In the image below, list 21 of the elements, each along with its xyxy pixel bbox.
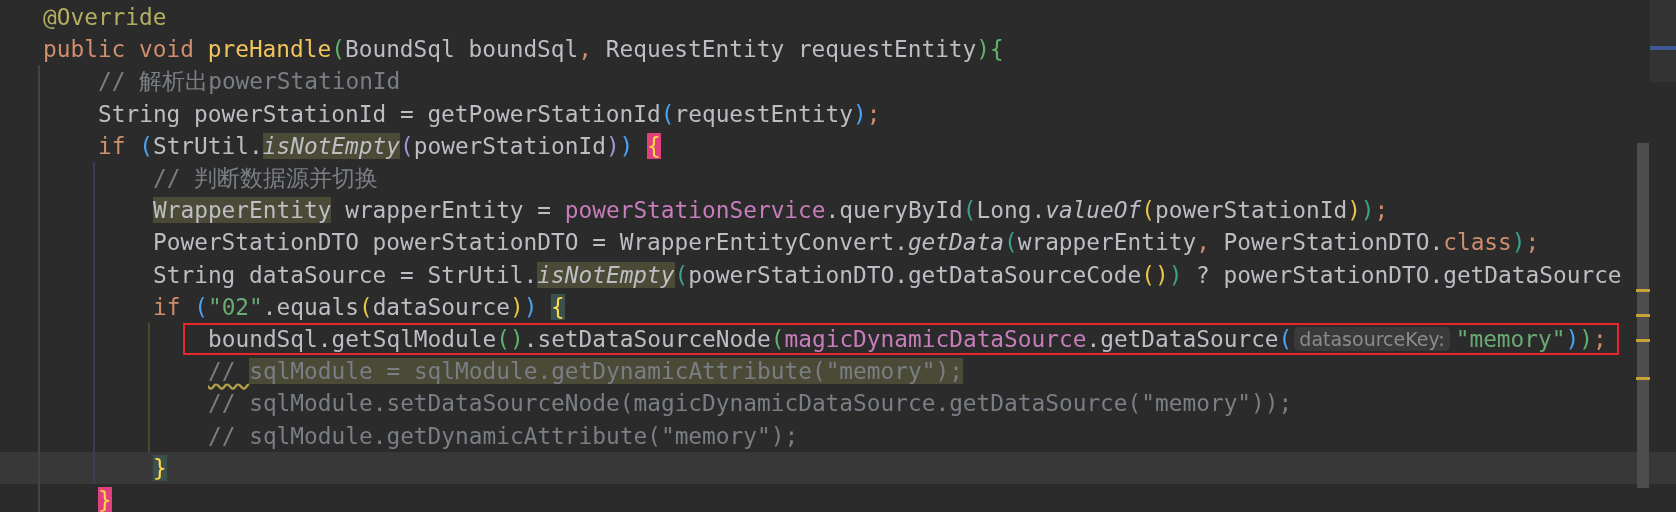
code-line: // sqlModule.getDynamicAttribute("memory"); (208, 422, 799, 449)
code-line: public void preHandle(BoundSql boundSql, RequestEntity requestEntity){ (43, 36, 1004, 63)
warning-stripe-marker[interactable] (1636, 377, 1650, 380)
code-line: // 判断数据源并切换 (153, 163, 379, 193)
code-line: boundSql.getSqlModule().setDataSourceNode(magicDynamicDataSource.getDataSource( (208, 325, 1293, 352)
code-line: // 解析出powerStationId (98, 66, 401, 96)
code-line: WrapperEntity wrapperEntity = powerStationService.queryById(Long.valueOf(powerStationId)); (153, 197, 1389, 224)
code-line: // sqlModule = sqlModule.getDynamicAttribute("memory"); (208, 358, 963, 385)
code-line: String powerStationId = getPowerStationId(requestEntity); (98, 100, 881, 127)
warning-stripe-marker[interactable] (1636, 339, 1650, 342)
warning-stripe-marker[interactable] (1636, 314, 1650, 317)
code-line: @Override (43, 4, 167, 31)
code-line: String dataSource = StrUtil.isNotEmpty(powerStationDTO.getDataSourceCode()) ? powerStationDTO.getDataSource (153, 261, 1622, 288)
code-line: // sqlModule.setDataSourceNode(magicDynamicDataSource.getDataSource("memory")); (208, 390, 1293, 417)
code-line: if (StrUtil.isNotEmpty(powerStationId)) { (98, 132, 661, 159)
scrollbar-thumb[interactable] (1637, 143, 1649, 488)
code-line: "memory")); (1455, 325, 1607, 352)
code-line: PowerStationDTO powerStationDTO = WrapperEntityConvert.getData(wrapperEntity, PowerStationDTO.class); (153, 229, 1540, 256)
code-line: if ("02".equals(dataSource)) { (153, 293, 565, 320)
warning-stripe-marker[interactable] (1636, 289, 1650, 292)
parameter-hint: datasourceKey: (1294, 326, 1450, 351)
